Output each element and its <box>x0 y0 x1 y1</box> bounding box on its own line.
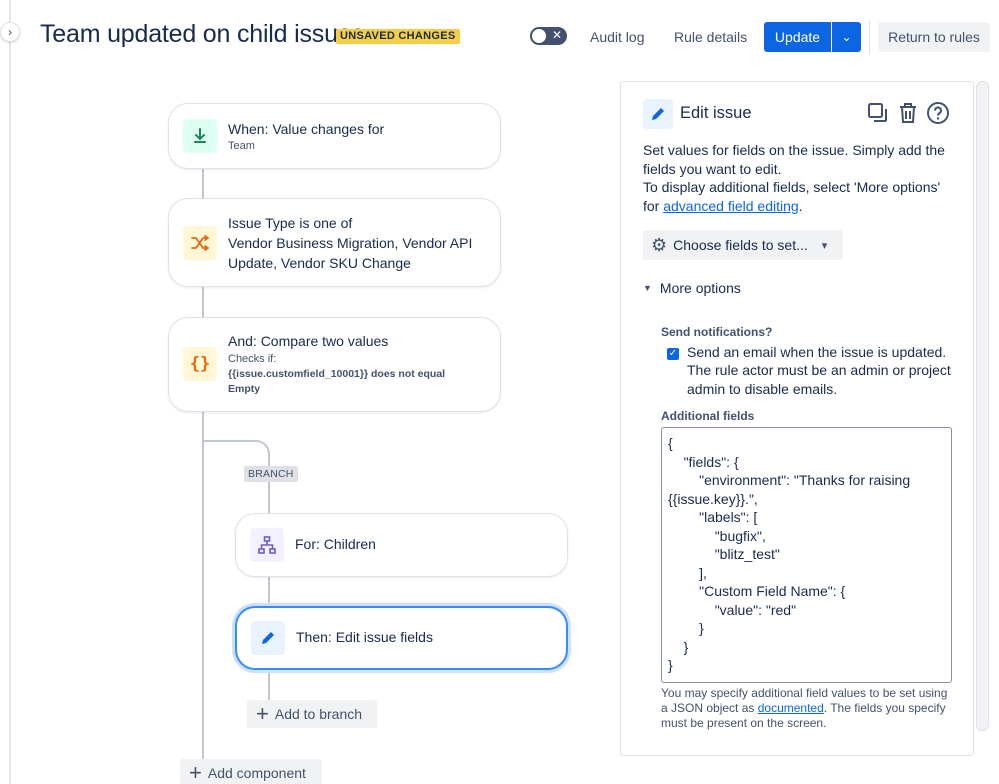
choose-fields-label: Choose fields to set... <box>673 237 808 253</box>
return-to-rules-button[interactable]: Return to rules <box>878 22 990 52</box>
plus-icon: + <box>189 760 202 784</box>
close-icon: ✕ <box>551 28 562 42</box>
panel-description: Set values for fields on the issue. Simp… <box>643 141 953 215</box>
additional-fields-help: You may specify additional field values … <box>661 686 953 731</box>
help-icon[interactable] <box>925 100 951 126</box>
advanced-field-editing-link[interactable]: advanced field editing <box>663 198 798 214</box>
branch-title: For: Children <box>295 536 376 552</box>
hierarchy-icon <box>250 528 284 562</box>
plus-icon: + <box>256 701 269 726</box>
description-period: . <box>798 197 803 214</box>
condition-icon <box>183 226 217 260</box>
more-options-label: More options <box>659 280 741 296</box>
compare-expression: {{issue.customfield_10001}} does not equ… <box>228 368 446 395</box>
branch-connector <box>202 440 270 468</box>
additional-fields-label: Additional fields <box>661 409 755 423</box>
chevron-down-icon: ▾ <box>821 239 828 252</box>
compare-title: And: Compare two values <box>228 333 389 349</box>
panel-title: Edit issue <box>680 104 752 122</box>
action-title: Then: Edit issue fields <box>296 629 433 645</box>
edit-issue-action-card[interactable]: Then: Edit issue fields <box>235 606 568 670</box>
edit-issue-panel: Edit issue Set values for fields on the … <box>620 81 974 756</box>
chevron-down-icon: ▼ <box>643 283 652 293</box>
update-button[interactable]: Update <box>764 22 831 52</box>
rule-enabled-toggle[interactable]: ✕ <box>530 27 567 45</box>
condition-values: Vendor Business Migration, Vendor API Up… <box>228 235 473 271</box>
trash-icon[interactable] <box>895 100 921 126</box>
connector-line <box>202 286 204 317</box>
trigger-icon <box>183 119 217 153</box>
page-title: Team updated on child issues <box>40 20 364 48</box>
header-divider <box>869 20 870 54</box>
braces-icon: {} <box>183 347 217 381</box>
send-notifications-label: Send notifications? <box>661 325 773 339</box>
condition-title: Issue Type is one of <box>228 215 353 231</box>
choose-fields-dropdown[interactable]: ⚙ Choose fields to set... ▾ <box>643 230 843 260</box>
compare-values-condition-card[interactable]: {} And: Compare two values Checks if: {{… <box>168 317 501 412</box>
add-component-button[interactable]: + Add component <box>180 759 322 784</box>
connector-line <box>202 168 204 198</box>
toggle-knob <box>532 29 546 43</box>
description-line: Set values for fields on the issue. Simp… <box>643 142 945 177</box>
unsaved-changes-badge: UNSAVED CHANGES <box>336 29 460 44</box>
issue-type-condition-card[interactable]: Issue Type is one of Vendor Business Mig… <box>168 198 501 287</box>
send-notifications-text: Send an email when the issue is updated.… <box>687 344 951 397</box>
trigger-title: When: Value changes for <box>228 121 385 137</box>
branch-children-card[interactable]: For: Children <box>235 513 568 577</box>
duplicate-icon[interactable] <box>865 100 891 126</box>
chevron-down-icon: ⌄ <box>841 30 852 44</box>
update-options-button[interactable]: ⌄ <box>832 22 861 52</box>
documented-link[interactable]: documented <box>758 701 824 715</box>
gear-icon: ⚙ <box>651 234 668 255</box>
trigger-field: Team <box>228 140 255 152</box>
more-options-toggle[interactable]: ▼ More options <box>643 280 741 296</box>
description-more-options: To display additional fields, select 'Mo… <box>643 178 953 215</box>
add-component-label: Add component <box>207 765 306 781</box>
pencil-icon <box>643 99 673 129</box>
pencil-icon <box>251 621 285 655</box>
connector-line <box>268 482 270 514</box>
add-to-branch-button[interactable]: + Add to branch <box>247 700 377 728</box>
panel-scrollbar[interactable] <box>976 81 989 731</box>
connector-line <box>268 576 270 606</box>
automation-rule-editor: › Team updated on child issues UNSAVED C… <box>0 0 999 784</box>
additional-fields-textarea[interactable]: { "fields": { "environment": "Thanks for… <box>661 427 952 683</box>
rule-details-button[interactable]: Rule details <box>674 22 747 52</box>
branch-label: BRANCH <box>244 466 298 482</box>
compare-checks-label: Checks if: <box>228 353 277 365</box>
connector-line <box>268 670 270 700</box>
left-rail <box>0 0 11 784</box>
add-to-branch-label: Add to branch <box>274 706 363 722</box>
chevron-right-icon: › <box>8 25 12 39</box>
send-notifications-checkbox[interactable]: ✓ <box>667 348 679 360</box>
expand-sidebar-button[interactable]: › <box>0 22 20 42</box>
trigger-card[interactable]: When: Value changes for Team <box>168 103 501 169</box>
audit-log-button[interactable]: Audit log <box>590 22 644 52</box>
